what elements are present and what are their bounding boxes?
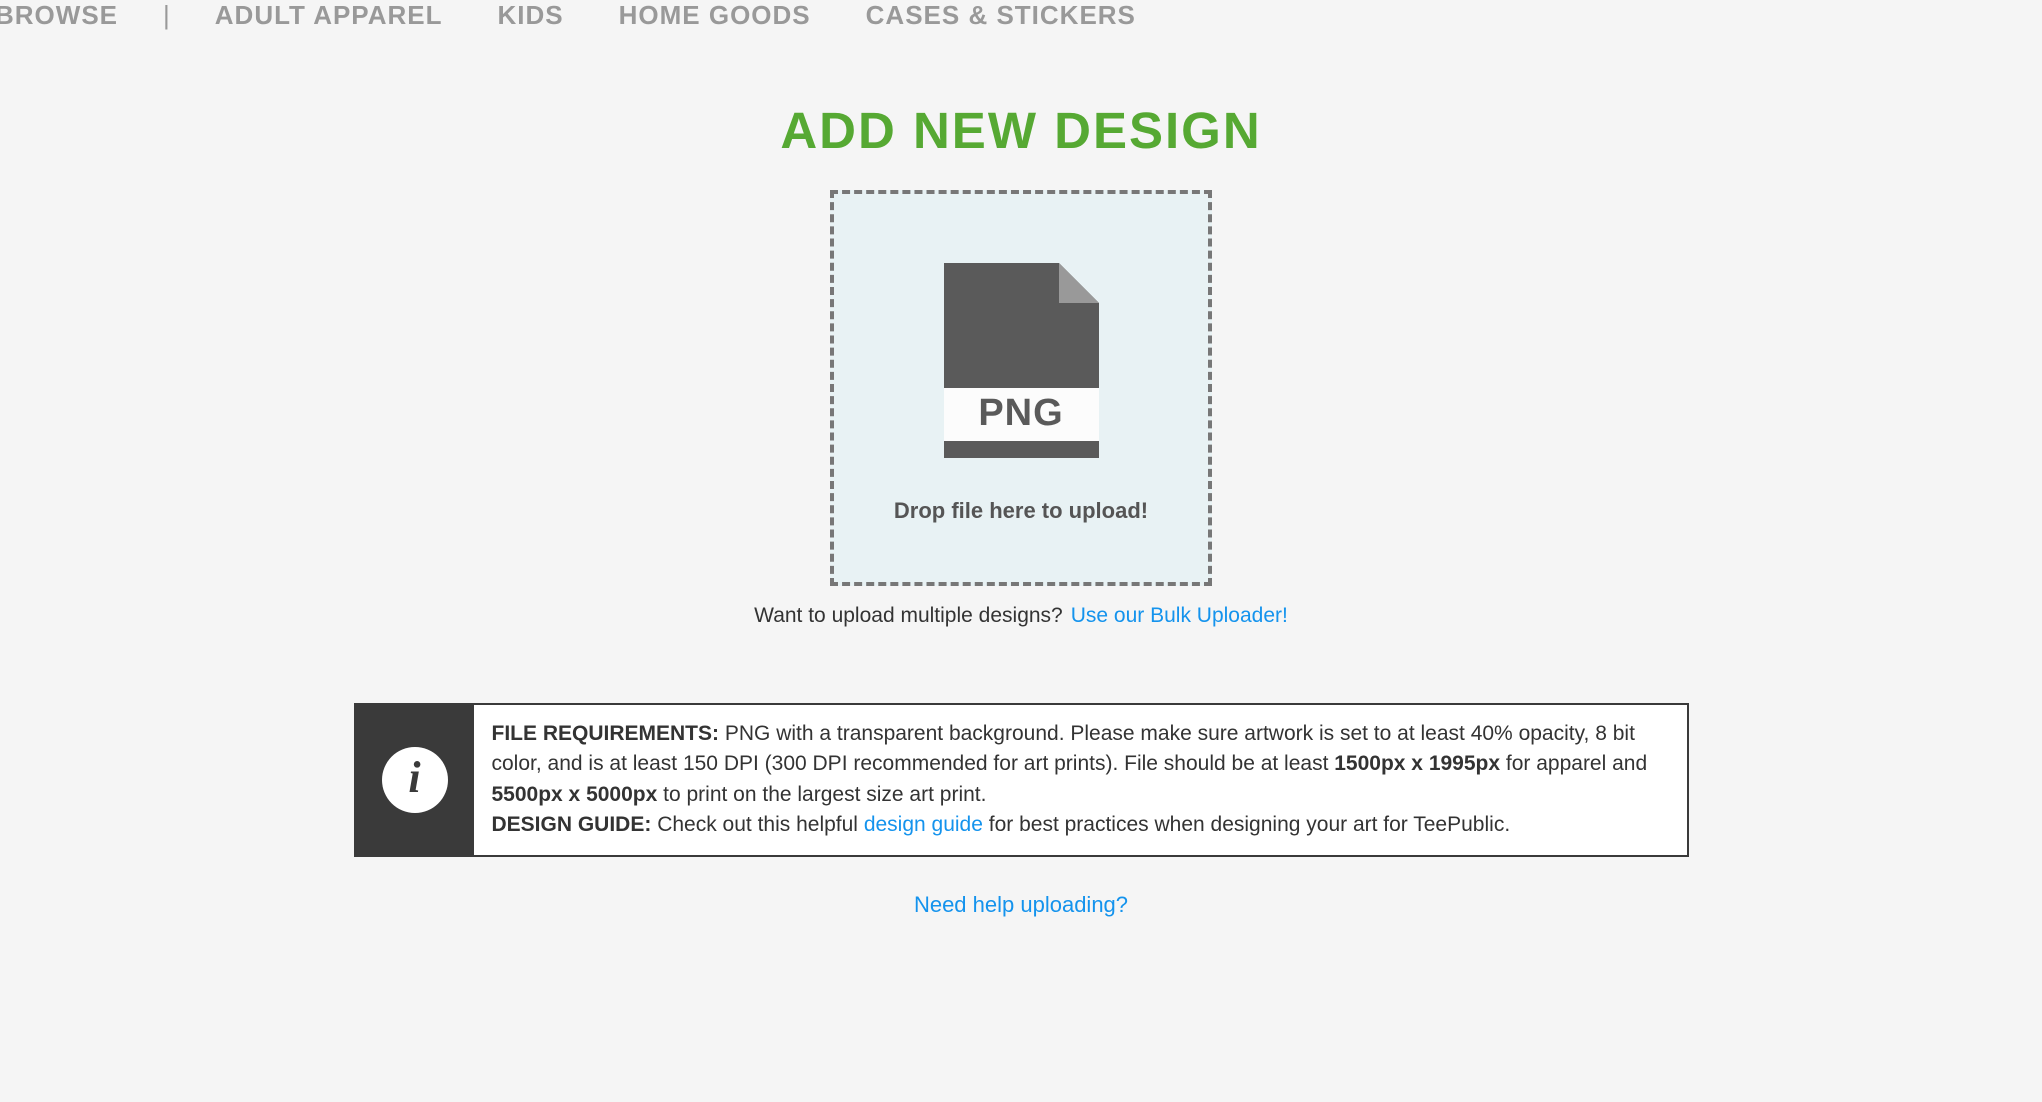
- nav-item-adult-apparel[interactable]: ADULT APPAREL: [215, 0, 443, 31]
- page-title: ADD NEW DESIGN: [780, 101, 1261, 160]
- design-guide-link[interactable]: design guide: [864, 813, 983, 836]
- bulk-prompt-text: Want to upload multiple designs?: [754, 604, 1063, 628]
- file-req-text-2: for apparel and: [1500, 752, 1647, 775]
- bulk-upload-row: Want to upload multiple designs? Use our…: [754, 604, 1288, 628]
- top-nav: BROWSE | ADULT APPAREL KIDS HOME GOODS C…: [0, 0, 2042, 61]
- nav-item-browse[interactable]: BROWSE: [0, 0, 118, 31]
- guide-text-2: for best practices when designing your a…: [983, 813, 1510, 836]
- nav-separator: |: [163, 0, 170, 31]
- info-text: FILE REQUIREMENTS: PNG with a transparen…: [474, 705, 1687, 855]
- guide-text-1: Check out this helpful: [651, 813, 863, 836]
- file-req-dim-2: 5500px x 5000px: [492, 783, 658, 806]
- info-box: i FILE REQUIREMENTS: PNG with a transpar…: [354, 703, 1689, 857]
- png-file-icon: PNG: [944, 263, 1099, 463]
- nav-item-home-goods[interactable]: HOME GOODS: [619, 0, 811, 31]
- info-icon: i: [382, 747, 448, 813]
- file-type-badge: PNG: [978, 392, 1063, 434]
- file-req-text-3: to print on the largest size art print.: [657, 783, 986, 806]
- bulk-uploader-link[interactable]: Use our Bulk Uploader!: [1071, 604, 1288, 628]
- file-dropzone[interactable]: PNG Drop file here to upload!: [830, 190, 1212, 586]
- info-icon-column: i: [356, 705, 474, 855]
- design-guide-label: DESIGN GUIDE:: [492, 813, 652, 836]
- main-content: ADD NEW DESIGN PNG Drop file here to upl…: [0, 61, 2042, 918]
- nav-item-kids[interactable]: KIDS: [498, 0, 564, 31]
- nav-item-cases-stickers[interactable]: CASES & STICKERS: [866, 0, 1136, 31]
- info-icon-letter: i: [408, 756, 420, 800]
- help-uploading-link[interactable]: Need help uploading?: [914, 892, 1128, 918]
- file-req-dim-1: 1500px x 1995px: [1334, 752, 1500, 775]
- file-requirements-label: FILE REQUIREMENTS:: [492, 722, 720, 745]
- dropzone-prompt: Drop file here to upload!: [894, 498, 1148, 524]
